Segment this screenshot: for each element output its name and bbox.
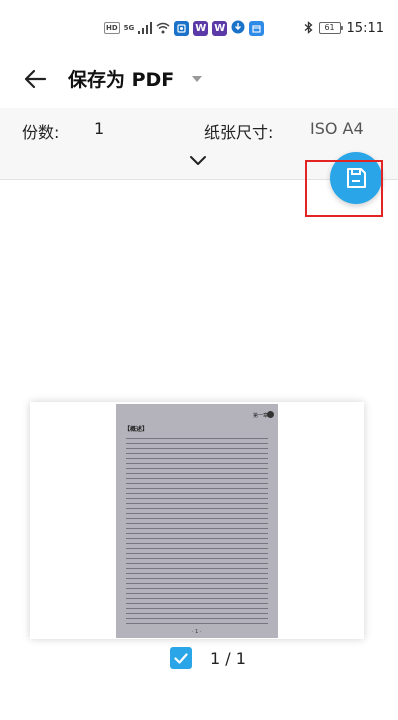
word-app-icon-2: W — [212, 20, 228, 36]
signal-icon — [138, 19, 153, 38]
annotation-highlight-box — [305, 160, 383, 217]
bluetooth-icon — [304, 19, 313, 38]
status-bar: HD 5G W W 61 15:11 — [0, 0, 398, 56]
photo-app-icon — [174, 20, 190, 36]
calendar-app-icon — [249, 20, 265, 36]
page-body-text — [126, 436, 268, 626]
page-footer: · 1 · — [192, 629, 202, 635]
word-app-icon: W — [193, 20, 209, 36]
hd-badge: HD — [104, 22, 120, 34]
paper-size-label: 纸张尺寸: — [204, 123, 274, 142]
copies-value[interactable]: 1 — [94, 119, 104, 138]
copies-label: 份数: — [22, 123, 60, 142]
page-select-checkbox[interactable] — [170, 647, 192, 669]
page-heading: 【概述】 — [124, 426, 149, 433]
page-preview-card[interactable]: 第一章 【概述】 · 1 · — [30, 402, 364, 639]
document-page-photo: 第一章 【概述】 · 1 · — [116, 404, 278, 638]
clock: 15:11 — [346, 20, 384, 36]
dropdown-triangle-icon[interactable] — [190, 72, 204, 86]
wifi-icon — [156, 19, 170, 38]
title-bar: 保存为 PDF — [0, 56, 398, 104]
download-icon — [231, 19, 245, 38]
check-icon — [174, 652, 188, 664]
printer-select-title[interactable]: 保存为 PDF — [68, 65, 174, 92]
expand-chevron-icon[interactable] — [187, 151, 209, 169]
status-icons-right: 61 15:11 — [304, 18, 384, 38]
page-running-header: 第一章 — [252, 413, 268, 419]
status-icons-left: HD 5G W W — [104, 18, 265, 38]
page-count-indicator: 1 / 1 — [210, 649, 246, 668]
paper-size-value[interactable]: ISO A4 — [310, 119, 364, 138]
battery-indicator: 61 — [318, 22, 343, 34]
network-type: 5G — [123, 24, 135, 32]
back-arrow-icon[interactable] — [20, 64, 50, 94]
page-number-dot — [267, 411, 274, 418]
